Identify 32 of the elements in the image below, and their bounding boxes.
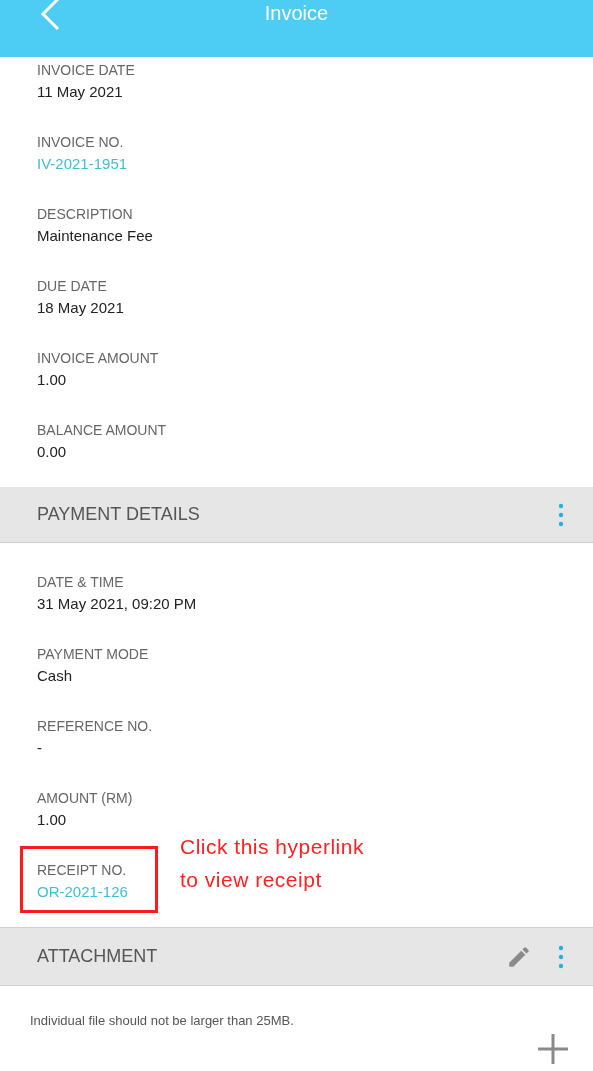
field-value: 31 May 2021, 09:20 PM [37,594,197,614]
field-value: 1.00 [37,370,67,390]
field-value: 1.00 [37,810,67,830]
field-label: DATE & TIME [37,573,124,592]
link[interactable]: IV-2021-1951 [37,153,128,175]
field-label: INVOICE AMOUNT [37,349,159,368]
field-label: RECEIPT NO. [37,861,127,880]
annotation-text: Click this hyperlink [180,834,364,860]
app-bar-title: Invoice [264,1,329,26]
field-value: 0.00 [37,442,67,462]
field-label: DUE DATE [37,277,107,296]
field-label: INVOICE DATE [37,61,135,80]
field-value: Cash [37,666,73,686]
back-icon[interactable] [40,0,60,31]
section-title: PAYMENT DETAILS [37,504,200,525]
annotation-text: to view receipt [180,867,322,893]
more-icon[interactable] [558,501,564,528]
note-text: Individual file should not be larger than 25MB. [30,1012,294,1030]
field-value: Maintenance Fee [37,226,153,246]
field-label: BALANCE AMOUNT [37,421,167,440]
field-label: INVOICE NO. [37,133,124,152]
field-label: PAYMENT MODE [37,645,149,664]
field-value: - [37,738,42,758]
field-value: 11 May 2021 [37,82,123,102]
section-title: ATTACHMENT [37,946,158,967]
link[interactable]: OR-2021-126 [37,881,128,903]
field-label: AMOUNT (RM) [37,789,133,808]
field-label: REFERENCE NO. [37,717,153,736]
more-icon[interactable] [558,943,564,970]
field-value: 18 May 2021 [37,298,124,318]
field-label: DESCRIPTION [37,205,133,224]
add-icon[interactable] [537,1033,569,1065]
